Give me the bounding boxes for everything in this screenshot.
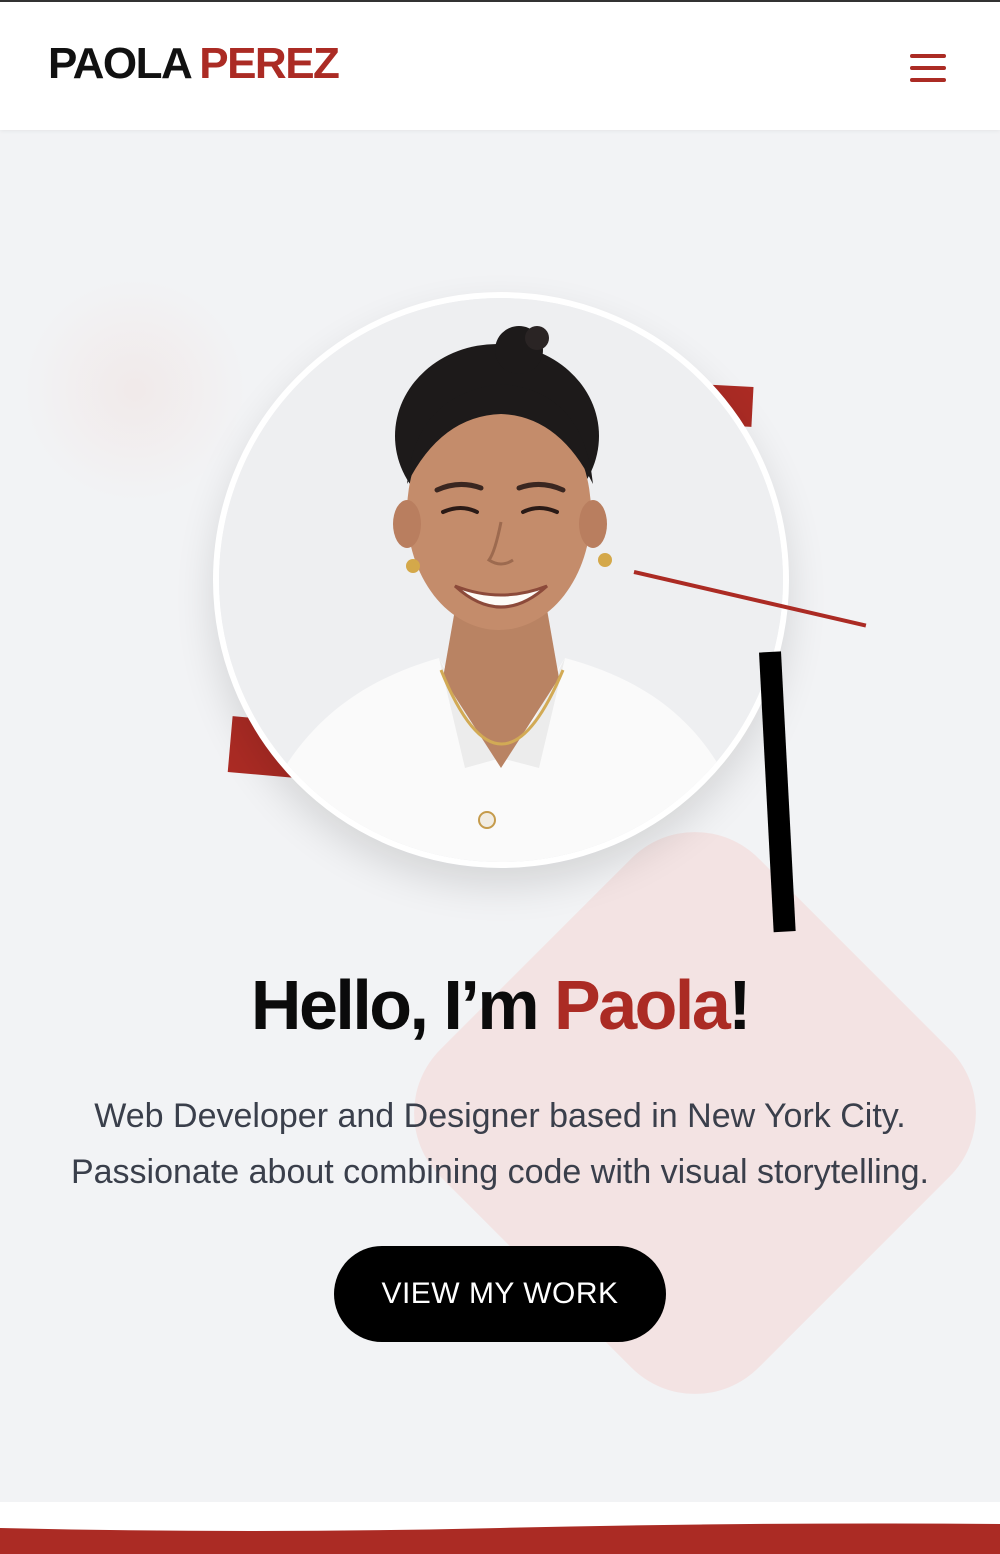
profile-photo — [213, 292, 789, 868]
subtitle-line-1: Web Developer and Designer based in New … — [94, 1097, 906, 1135]
menu-line — [910, 66, 946, 70]
section-divider — [0, 1502, 1000, 1554]
brand-last-name: PEREZ — [199, 39, 340, 88]
greeting-suffix: ! — [728, 966, 751, 1044]
hamburger-icon[interactable] — [902, 48, 952, 88]
hero-subtitle: Web Developer and Designer based in New … — [30, 1088, 970, 1200]
greeting-prefix: Hello, I’m — [250, 966, 555, 1044]
background-glow — [20, 280, 250, 500]
site-header: PAOLA PEREZ — [0, 2, 1000, 130]
hero-section: Hello, I’m Paola! Web Developer and Desi… — [0, 130, 1000, 1502]
red-wave-divider — [0, 1523, 1000, 1554]
menu-line — [910, 54, 946, 58]
hero-heading: Hello, I’m Paola! — [0, 970, 1000, 1040]
greeting-name: Paola — [554, 966, 731, 1044]
subtitle-line-2: Passionate about combining code with vis… — [70, 1153, 930, 1191]
view-my-work-button[interactable]: VIEW MY WORK — [334, 1246, 666, 1342]
portrait-illustration — [219, 298, 783, 862]
brand-first-name: PAOLA — [48, 39, 193, 88]
menu-line — [910, 78, 946, 82]
brand-logo[interactable]: PAOLA PEREZ — [48, 39, 340, 88]
